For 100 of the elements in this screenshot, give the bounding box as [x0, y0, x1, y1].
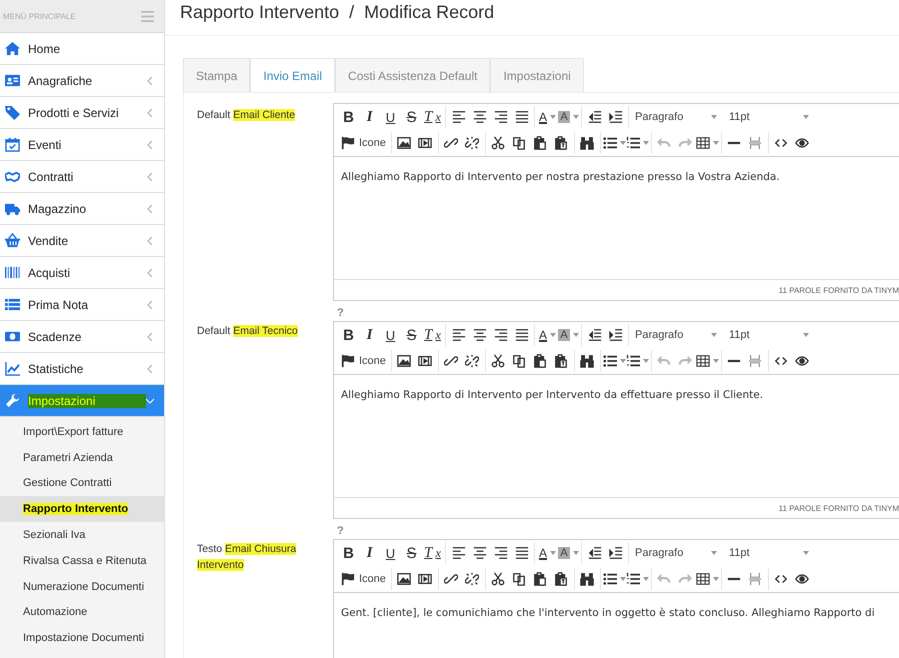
- submenu-item[interactable]: Rapporto Intervento: [0, 496, 164, 522]
- flag-icon: [341, 354, 355, 368]
- submenu-item[interactable]: Sezionali Iva: [0, 522, 164, 548]
- submenu-item[interactable]: Impostazione Documenti: [0, 625, 164, 652]
- text-color-button[interactable]: A: [537, 107, 558, 127]
- caret-icon: [711, 115, 717, 119]
- background-color-button[interactable]: A: [558, 325, 579, 345]
- menu-item-label: Prima Nota: [28, 298, 90, 312]
- sidebar-menu-item[interactable]: Scadenze: [0, 321, 164, 353]
- sidebar-menu-item[interactable]: Anagrafiche: [0, 65, 164, 97]
- submenu-item[interactable]: Numerazione Documenti: [0, 574, 164, 600]
- editor-content[interactable]: Alleghiamo Rapporto di Intervento per nostra prestazione presso la Vostra Azienda.: [334, 156, 899, 279]
- caret-icon: [572, 551, 579, 555]
- submenu-item[interactable]: Rivalsa Cassa e Ritenuta: [0, 548, 164, 574]
- format-dropdown[interactable]: Paragrafo: [629, 547, 723, 559]
- menu-item-label: Prodotti e Servizi: [28, 106, 120, 120]
- strikethrough-button[interactable]: S: [401, 325, 422, 345]
- italic-button[interactable]: I: [359, 325, 380, 345]
- submenu-item[interactable]: Parametri Azienda: [0, 444, 164, 471]
- editor-content[interactable]: Gent. [cliente], le comunichiamo che l'intervento in oggetto è stato concluso. Alleghiamo Rapporto di: [334, 592, 899, 658]
- bold-button[interactable]: B: [338, 543, 359, 563]
- menu-item-label: Contratti: [28, 170, 74, 184]
- basket-icon: [5, 233, 20, 248]
- submenu-item[interactable]: Import\Export fatture: [0, 419, 164, 445]
- chart-icon: [5, 361, 20, 376]
- bold-button[interactable]: B: [338, 107, 359, 127]
- bullet-list-icon: [602, 354, 617, 368]
- font-size-dropdown[interactable]: 11pt: [723, 111, 815, 123]
- barcode-icon: [5, 265, 20, 280]
- caret-icon: [712, 141, 719, 145]
- email-body-text: Gent. [cliente], le comunichiamo che l'intervento in oggetto è stato concluso. Alleghiamo Rapporto di: [341, 606, 876, 621]
- format-dropdown[interactable]: Paragrafo: [629, 329, 723, 341]
- help-mark[interactable]: ?: [337, 525, 344, 537]
- text-color-button[interactable]: A: [537, 325, 558, 345]
- caret-icon: [550, 551, 556, 555]
- submenu-item[interactable]: Automazione: [0, 600, 164, 626]
- sidebar-menu-item[interactable]: Statistiche: [0, 353, 164, 385]
- font-size-dropdown[interactable]: 11pt: [723, 329, 815, 341]
- underline-button[interactable]: U: [380, 107, 401, 127]
- font-size-dropdown[interactable]: 11pt: [723, 547, 815, 559]
- table-icon: [696, 354, 710, 368]
- caret-icon: [620, 577, 626, 581]
- page-subtitle: Modifica Record: [364, 2, 494, 24]
- sidebar-menu-item[interactable]: Contratti: [0, 161, 164, 193]
- sidebar-menu-item[interactable]: Acquisti: [0, 257, 164, 289]
- sidebar-menu-item[interactable]: Impostazioni: [0, 385, 164, 417]
- email-body-text: Alleghiamo Rapporto di Intervento per Intervento da effettuare presso il Cliente.: [341, 388, 764, 403]
- background-color-button[interactable]: A: [558, 107, 579, 127]
- submenu-item-label: Sezionali Iva: [23, 529, 86, 542]
- sidebar-menu-item[interactable]: Magazzino: [0, 193, 164, 225]
- format-dropdown[interactable]: Paragrafo: [629, 111, 723, 123]
- field-label: Default Email Tecnico: [197, 324, 299, 339]
- caret-icon: [550, 333, 556, 337]
- sidebar-title: MENÙ PRINCIPALE: [3, 12, 76, 20]
- caret-icon: [642, 141, 649, 145]
- help-mark[interactable]: ?: [337, 307, 344, 319]
- strikethrough-button[interactable]: S: [401, 543, 422, 563]
- strikethrough-button[interactable]: S: [401, 107, 422, 127]
- italic-button[interactable]: I: [359, 107, 380, 127]
- tab[interactable]: Invio Email: [250, 58, 336, 92]
- editor-content[interactable]: Alleghiamo Rapporto di Intervento per Intervento da effettuare presso il Cliente.: [334, 374, 899, 497]
- italic-button[interactable]: I: [359, 543, 380, 563]
- sidebar-menu-item[interactable]: Prodotti e Servizi: [0, 97, 164, 129]
- menu-item-label: Eventi: [28, 138, 62, 152]
- submenu-item-label: Rapporto Intervento: [23, 503, 128, 516]
- caret-icon: [711, 551, 717, 555]
- caret-icon: [803, 333, 809, 337]
- submenu-item-label: Impostazione Documenti: [23, 632, 144, 644]
- background-color-button[interactable]: A: [558, 543, 579, 563]
- sidebar-menu-item[interactable]: Home: [0, 33, 164, 65]
- text-color-button[interactable]: A: [537, 543, 558, 563]
- submenu-item-label: Numerazione Documenti: [23, 580, 144, 593]
- wrench-icon: [5, 393, 20, 408]
- sidebar-menu-item[interactable]: Prima Nota: [0, 289, 164, 321]
- underline-button[interactable]: U: [380, 543, 401, 563]
- caret-icon: [803, 115, 809, 119]
- underline-button[interactable]: U: [380, 325, 401, 345]
- caret-icon: [642, 359, 649, 363]
- sidebar-menu-item[interactable]: Eventi: [0, 129, 164, 161]
- menu-item-label: Statistiche: [28, 362, 84, 376]
- caret-icon: [711, 333, 717, 337]
- table-icon: [696, 572, 710, 586]
- word-count-status: 11 PAROLE FORNITO DA TINYM: [778, 504, 899, 512]
- flag-icon: [341, 572, 355, 586]
- email-body-text: Alleghiamo Rapporto di Intervento per nostra prestazione presso la Vostra Azienda.: [341, 170, 781, 185]
- numbered-list-icon: [626, 572, 640, 586]
- caret-icon: [572, 115, 579, 119]
- icons-menu-button[interactable]: Icone: [338, 133, 389, 153]
- bold-button[interactable]: B: [338, 325, 359, 345]
- submenu-item-label: Automazione: [23, 606, 88, 618]
- caret-icon: [712, 359, 719, 363]
- page-title: Rapporto Intervento: [180, 2, 340, 24]
- menu-item-label: Magazzino: [28, 202, 88, 216]
- submenu-item[interactable]: Gestione Contratti: [0, 470, 164, 496]
- home-icon: [5, 41, 20, 56]
- sidebar-menu-item[interactable]: Vendite: [0, 225, 164, 257]
- submenu-item-label: Import\Export fatture: [23, 426, 124, 438]
- caret-icon: [620, 141, 626, 145]
- icons-menu-button[interactable]: Icone: [338, 351, 389, 371]
- icons-menu-button[interactable]: Icone: [338, 569, 389, 589]
